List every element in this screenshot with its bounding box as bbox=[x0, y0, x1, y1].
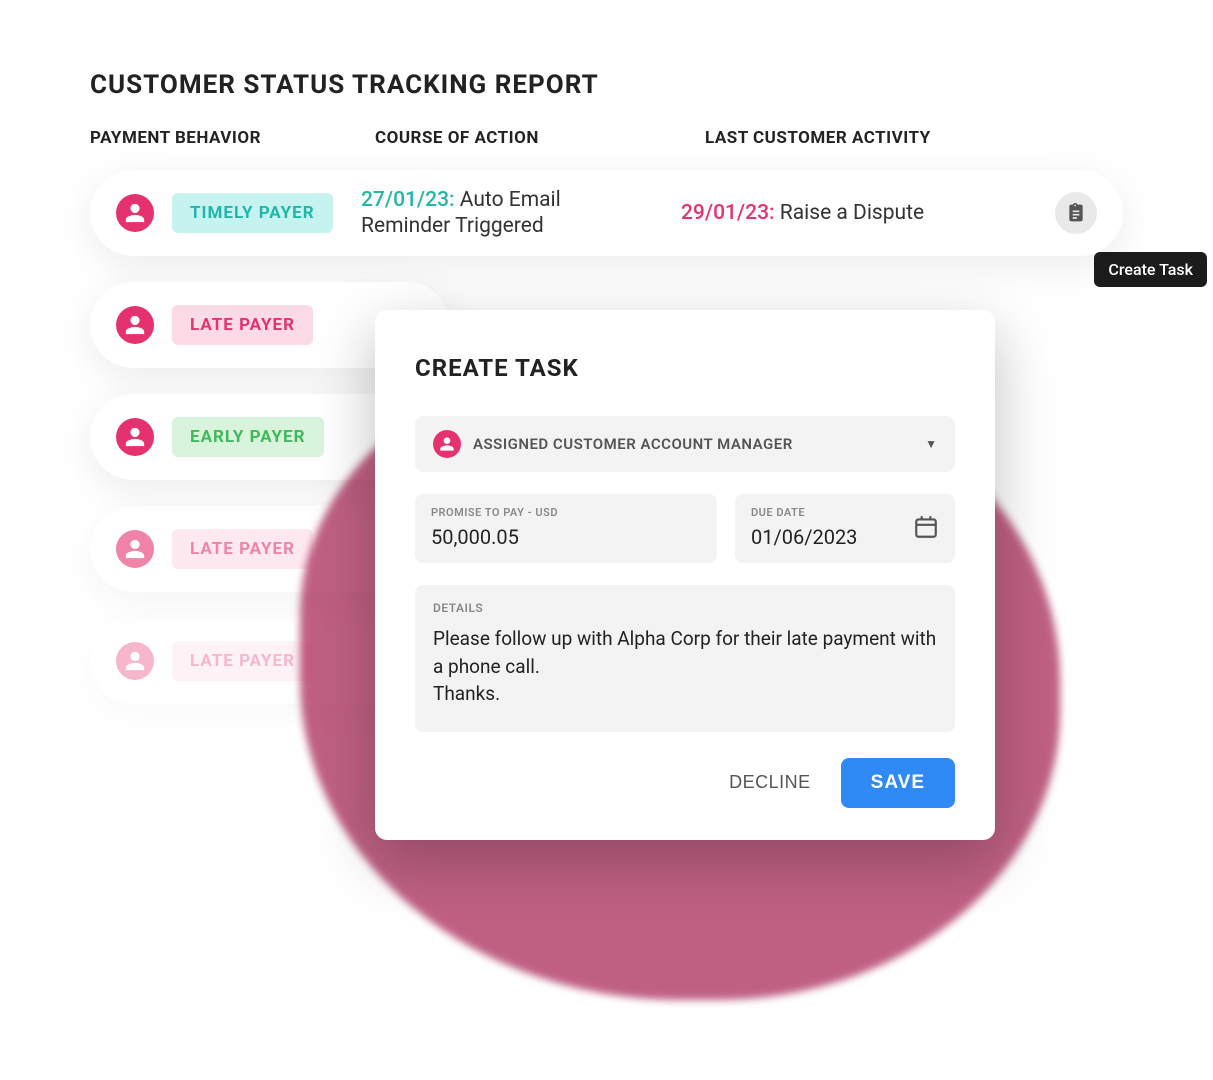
col-payment-behavior: PAYMENT BEHAVIOR bbox=[90, 128, 335, 148]
due-date-input[interactable]: DUE DATE 01/06/2023 bbox=[735, 494, 955, 563]
column-headers: PAYMENT BEHAVIOR COURSE OF ACTION LAST C… bbox=[90, 128, 1123, 148]
status-badge: EARLY PAYER bbox=[172, 417, 324, 457]
assignee-dropdown[interactable]: ASSIGNED CUSTOMER ACCOUNT MANAGER ▼ bbox=[415, 416, 955, 472]
modal-title: CREATE TASK bbox=[415, 354, 955, 382]
details-text: Please follow up with Alpha Corp for the… bbox=[433, 625, 937, 708]
create-task-modal: CREATE TASK ASSIGNED CUSTOMER ACCOUNT MA… bbox=[375, 310, 995, 840]
amount-label: PROMISE TO PAY - USD bbox=[431, 506, 701, 519]
decline-button[interactable]: DECLINE bbox=[729, 772, 811, 793]
due-date-value: 01/06/2023 bbox=[751, 525, 939, 549]
create-task-button[interactable] bbox=[1055, 192, 1097, 234]
details-input[interactable]: DETAILS Please follow up with Alpha Corp… bbox=[415, 585, 955, 732]
status-badge: TIMELY PAYER bbox=[172, 193, 333, 233]
save-button[interactable]: SAVE bbox=[841, 758, 955, 808]
calendar-icon[interactable] bbox=[913, 514, 939, 544]
action-cell: 27/01/23: Auto Email Reminder Triggered bbox=[361, 187, 651, 240]
person-icon bbox=[116, 194, 154, 232]
person-icon bbox=[116, 418, 154, 456]
activity-cell: 29/01/23: Raise a Dispute bbox=[681, 200, 981, 226]
due-date-label: DUE DATE bbox=[751, 506, 939, 519]
person-icon bbox=[116, 306, 154, 344]
customer-row[interactable]: TIMELY PAYER 27/01/23: Auto Email Remind… bbox=[90, 170, 1123, 256]
amount-value: 50,000.05 bbox=[431, 525, 701, 549]
amount-input[interactable]: PROMISE TO PAY - USD 50,000.05 bbox=[415, 494, 717, 563]
status-badge: LATE PAYER bbox=[172, 529, 313, 569]
details-label: DETAILS bbox=[433, 601, 937, 615]
clipboard-icon bbox=[1066, 203, 1086, 223]
report-title: CUSTOMER STATUS TRACKING REPORT bbox=[90, 70, 1123, 100]
person-icon bbox=[433, 430, 461, 458]
col-course-of-action: COURSE OF ACTION bbox=[375, 128, 665, 148]
assignee-label: ASSIGNED CUSTOMER ACCOUNT MANAGER bbox=[473, 435, 925, 453]
chevron-down-icon: ▼ bbox=[925, 437, 937, 451]
col-last-activity: LAST CUSTOMER ACTIVITY bbox=[705, 128, 1005, 148]
status-badge: LATE PAYER bbox=[172, 641, 313, 681]
create-task-tooltip: Create Task bbox=[1094, 252, 1207, 287]
status-badge: LATE PAYER bbox=[172, 305, 313, 345]
person-icon bbox=[116, 642, 154, 680]
person-icon bbox=[116, 530, 154, 568]
